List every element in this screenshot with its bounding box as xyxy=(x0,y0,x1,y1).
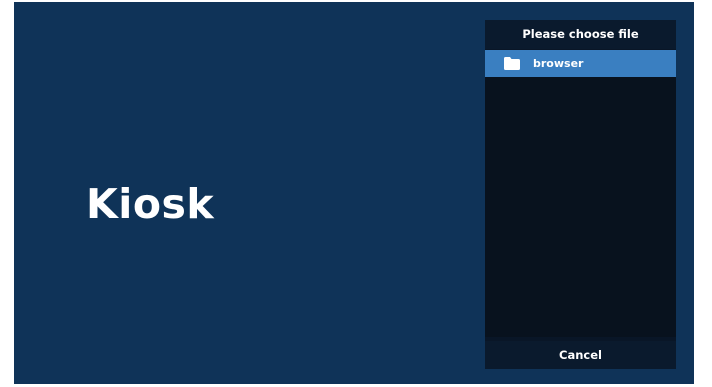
file-list: browser xyxy=(485,50,676,337)
file-item-browser[interactable]: browser xyxy=(485,50,676,77)
app-title: Kiosk xyxy=(86,180,215,228)
dialog-title: Please choose file xyxy=(485,20,676,49)
cancel-button[interactable]: Cancel xyxy=(485,341,676,369)
folder-icon xyxy=(504,57,520,70)
kiosk-screen: Kiosk Please choose file browser Cancel xyxy=(14,2,694,384)
file-item-label: browser xyxy=(533,57,584,70)
file-chooser-dialog: Please choose file browser Cancel xyxy=(485,20,676,369)
